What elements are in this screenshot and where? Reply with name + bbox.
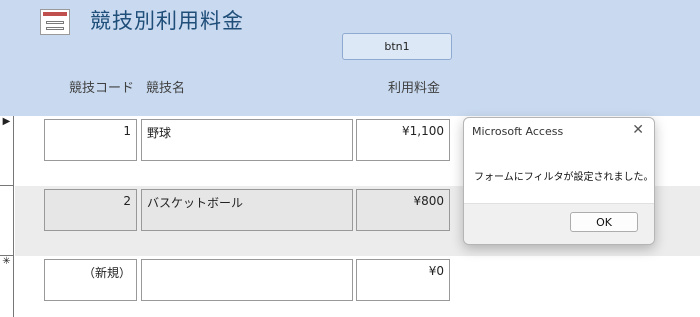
code-field[interactable]: 2: [44, 189, 137, 231]
btn1-button[interactable]: btn1: [342, 33, 452, 60]
close-icon[interactable]: ✕: [632, 122, 644, 138]
dialog-title: Microsoft Access: [472, 125, 564, 138]
code-field[interactable]: （新規）: [44, 259, 137, 301]
record-selector[interactable]: [0, 186, 14, 256]
name-field[interactable]: [141, 259, 353, 301]
new-record-icon: ✳: [2, 256, 11, 267]
column-label-fee: 利用料金: [388, 81, 441, 96]
fee-field[interactable]: ¥1,100: [356, 119, 450, 161]
current-record-icon: ▶: [2, 116, 11, 127]
ok-button[interactable]: OK: [570, 212, 638, 232]
record-selector-new[interactable]: ✳: [0, 256, 14, 317]
message-dialog: Microsoft Access ✕ フォームにフィルタが設定されました。 OK: [463, 117, 655, 245]
dialog-message: フォームにフィルタが設定されました。: [474, 172, 654, 183]
dialog-footer: OK: [464, 203, 654, 244]
name-field[interactable]: バスケットボール: [141, 189, 353, 231]
code-field[interactable]: 1: [44, 119, 137, 161]
column-label-name: 競技名: [146, 81, 186, 96]
form-icon: [40, 9, 70, 35]
column-label-code: 競技コード: [69, 81, 135, 96]
form-header: 競技別利用料金 btn1 競技コード 競技名 利用料金: [0, 0, 700, 116]
form-title: 競技別利用料金: [90, 9, 244, 33]
fee-field[interactable]: ¥0: [356, 259, 450, 301]
record-selector-current[interactable]: ▶: [0, 116, 14, 186]
name-field[interactable]: 野球: [141, 119, 353, 161]
fee-field[interactable]: ¥800: [356, 189, 450, 231]
table-row-new: （新規） ¥0: [15, 256, 700, 317]
